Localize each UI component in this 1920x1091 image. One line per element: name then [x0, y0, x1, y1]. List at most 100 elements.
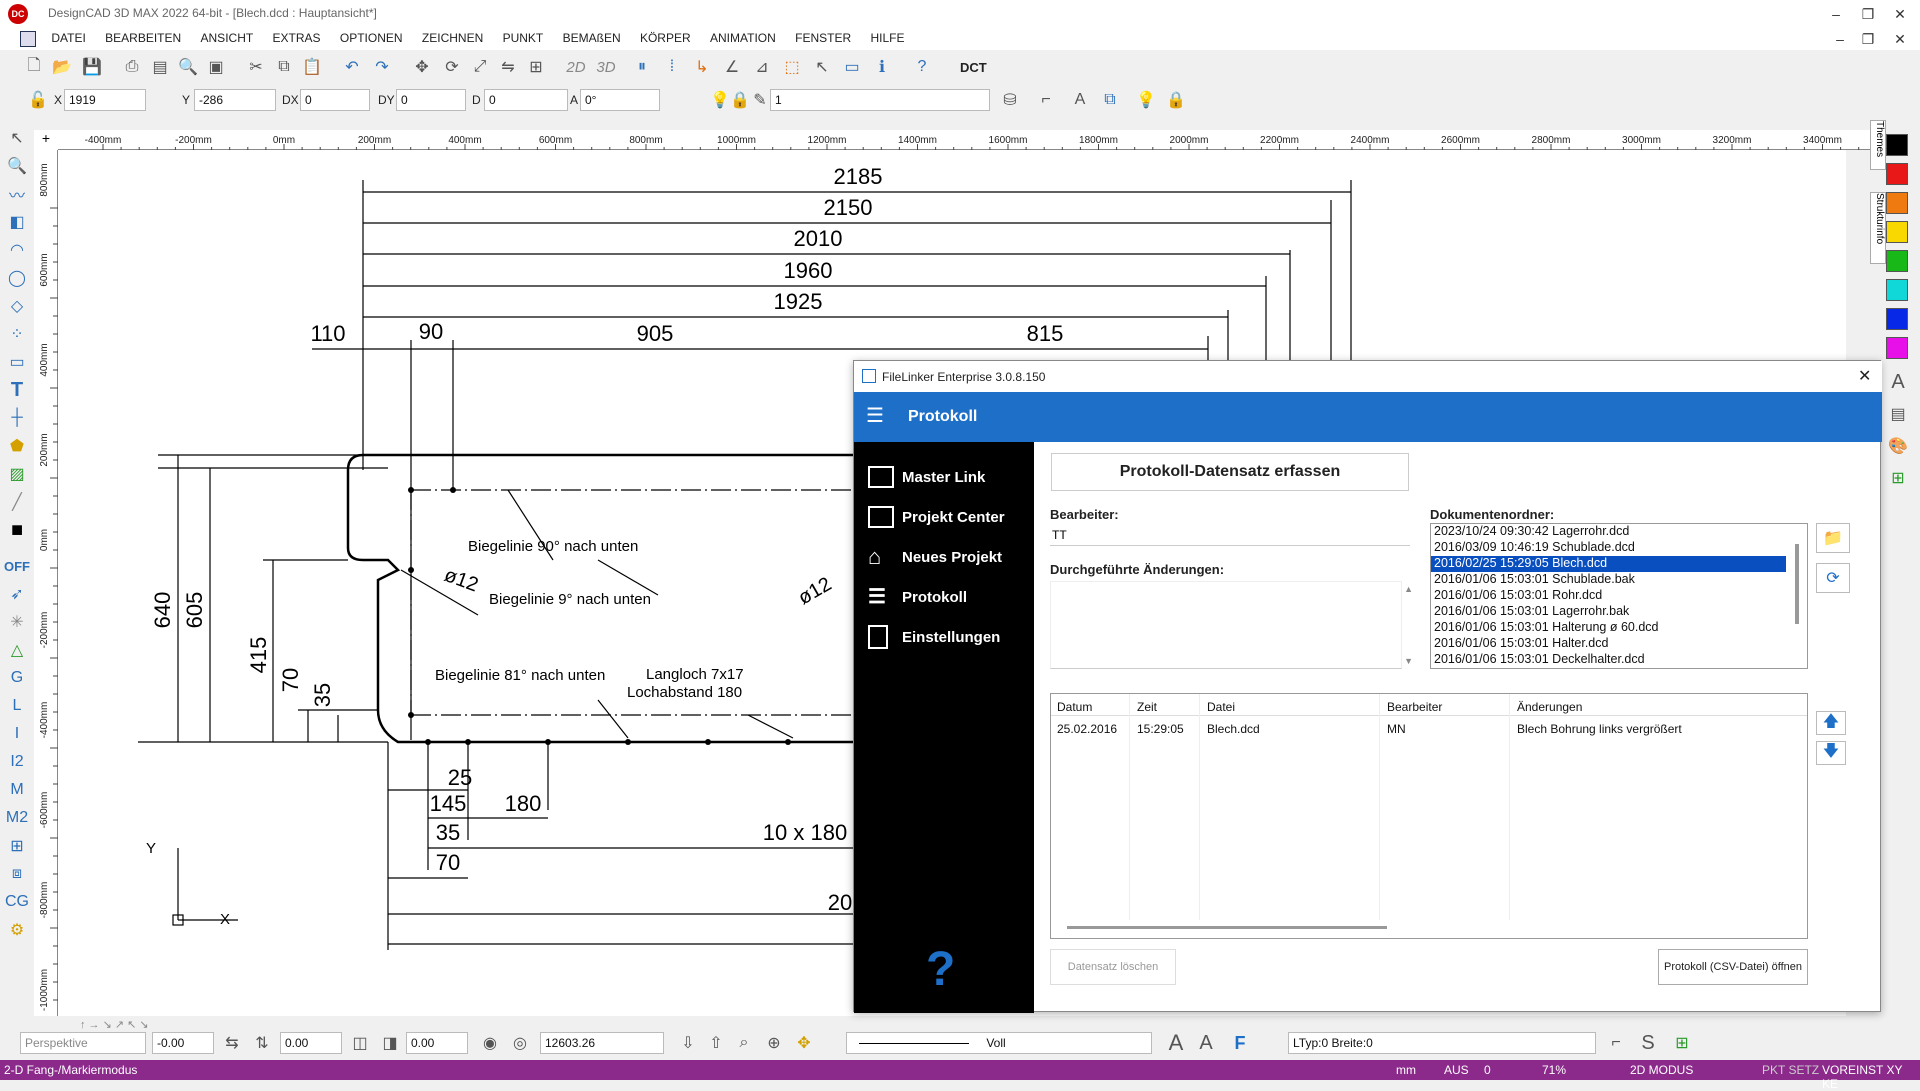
up-arrow-icon[interactable]: ⇧	[704, 1031, 728, 1055]
color-fill-icon[interactable]: ■	[5, 518, 29, 542]
move-down-button[interactable]: 🡇	[1816, 741, 1846, 765]
g-snap-icon[interactable]: G	[5, 666, 29, 690]
file-row[interactable]: 2016/01/06 15:03:01 Halter.dcd	[1431, 636, 1807, 652]
lock-icon[interactable]: 🔓	[26, 88, 50, 112]
table-h-scrollbar[interactable]	[1067, 926, 1387, 929]
layer-manager-icon[interactable]: ⛁	[998, 88, 1022, 112]
snap-icon[interactable]: ⊿	[750, 55, 774, 79]
circle-icon[interactable]: ◯	[5, 266, 29, 290]
arc-icon[interactable]: ◠	[5, 238, 29, 262]
list-scrollbar[interactable]	[1795, 544, 1799, 624]
preview-icon[interactable]: 🔍	[176, 55, 200, 79]
menu-punkt[interactable]: PUNKT	[495, 28, 552, 48]
nav-einstellungen[interactable]: Einstellungen	[868, 624, 1000, 650]
nav-projekt-center[interactable]: Projekt Center	[868, 504, 1005, 530]
col-aenderungen[interactable]: Änderungen	[1517, 700, 1582, 714]
open-file-icon[interactable]: 📂	[50, 55, 74, 79]
color-swatch-blue[interactable]	[1886, 308, 1908, 330]
zoom-view-icon[interactable]: ⌕	[732, 1031, 756, 1055]
linetype-select[interactable]: LTyp:0 Breite:0	[1288, 1032, 1596, 1054]
line-style-icon[interactable]: ╱	[5, 490, 29, 514]
delete-record-button[interactable]: Datensatz löschen	[1050, 949, 1176, 985]
ruler-corner[interactable]: +	[34, 130, 58, 150]
file-row[interactable]: 2023/10/24 09:30:42 Lagerrohr.dcd	[1431, 524, 1807, 540]
s-icon[interactable]: S	[1636, 1031, 1660, 1055]
cursor-snap-icon[interactable]: ➶	[5, 582, 29, 606]
scale-icon[interactable]: ⤢	[468, 55, 492, 79]
y-field[interactable]: -286	[194, 89, 276, 111]
cell-bearbeiter[interactable]: MN	[1387, 722, 1406, 736]
menu-zeichnen[interactable]: ZEICHNEN	[414, 28, 491, 48]
grid-icon[interactable]: ⁞	[660, 55, 684, 79]
open-csv-button[interactable]: Protokoll (CSV-Datei) öffnen	[1658, 949, 1808, 985]
camera-icon[interactable]: ◫	[348, 1031, 372, 1055]
document-icon[interactable]	[20, 31, 36, 47]
bearbeiter-input[interactable]: TT	[1050, 524, 1410, 546]
hatch-icon[interactable]: ▨	[5, 462, 29, 486]
copy-style-icon[interactable]: ⧉	[1098, 88, 1122, 112]
move-up-button[interactable]: 🡅	[1816, 711, 1846, 735]
layer-panel-icon[interactable]: ▤	[1886, 402, 1910, 426]
col-zeit[interactable]: Zeit	[1137, 700, 1157, 714]
doc-minimize-button[interactable]: –	[1830, 29, 1850, 49]
file-row[interactable]: 2016/01/06 15:03:01 Halterung ø 60.dcd	[1431, 620, 1807, 636]
menu-animation[interactable]: ANIMATION	[702, 28, 784, 48]
text-large-icon[interactable]: A	[1164, 1030, 1188, 1055]
col-datei[interactable]: Datei	[1207, 700, 1235, 714]
triangle-snap-icon[interactable]: △	[5, 638, 29, 662]
menu-ansicht[interactable]: ANSICHT	[193, 28, 262, 48]
pan-icon[interactable]: ✥	[792, 1031, 816, 1055]
font-icon[interactable]: A	[1886, 370, 1910, 394]
window-icon[interactable]: ▭	[840, 55, 864, 79]
text-outline-icon[interactable]: A	[1194, 1031, 1218, 1055]
scroll-down-icon[interactable]: ▼	[1404, 656, 1413, 666]
rotate-icon[interactable]: ⟳	[440, 55, 464, 79]
col-datum[interactable]: Datum	[1057, 700, 1092, 714]
folder-open-button[interactable]: 📁	[1816, 523, 1850, 553]
hierarchy-icon[interactable]: ⊞	[1886, 466, 1910, 490]
cut-icon[interactable]: ✂	[244, 55, 268, 79]
cg-snap-icon[interactable]: CG	[5, 890, 29, 914]
print-preview-icon[interactable]: ▤	[148, 55, 172, 79]
mode-3d-button[interactable]: 3D	[594, 55, 618, 79]
cell-aenderungen[interactable]: Blech Bohrung links vergrößert	[1517, 722, 1682, 736]
nav-protokoll[interactable]: ☰ Protokoll	[868, 584, 967, 610]
box-snap-icon[interactable]: ⧈	[5, 862, 29, 886]
text-tool-icon[interactable]: T	[5, 378, 29, 402]
print-icon[interactable]: ⎙	[120, 55, 144, 79]
gun-icon[interactable]: ⌐	[1034, 88, 1058, 112]
view-select[interactable]: Perspektive	[20, 1032, 146, 1054]
snap-off-icon[interactable]: OFF	[4, 554, 30, 578]
polyline-icon[interactable]: 〰	[5, 182, 29, 206]
strukturinfo-tab[interactable]: Strukturinfo	[1870, 192, 1886, 264]
pause-icon[interactable]: ⏸	[630, 55, 654, 79]
cell-datei[interactable]: Blech.dcd	[1207, 722, 1260, 736]
menu-optionen[interactable]: OPTIONEN	[332, 28, 411, 48]
file-row[interactable]: 2016/01/06 15:03:01 Rohr.dcd	[1431, 588, 1807, 604]
rotate-x-field[interactable]: -0.00	[152, 1032, 214, 1054]
color-swatch-red[interactable]	[1886, 163, 1908, 185]
gear-snap-icon[interactable]: ⚙	[5, 918, 29, 942]
doc-restore-button[interactable]: ❐	[1858, 29, 1878, 49]
nav-neues-projekt[interactable]: ⌂ Neues Projekt	[868, 544, 1002, 570]
nav-arrows[interactable]: ↑ → ↘ ↗ ↖ ↘	[80, 1018, 240, 1032]
diamond-icon[interactable]: ◇	[5, 294, 29, 318]
color-swatch-yellow[interactable]	[1886, 221, 1908, 243]
angle-icon[interactable]: ∠	[720, 55, 744, 79]
shapes-icon[interactable]: ⬟	[5, 434, 29, 458]
doc-close-button[interactable]: ✕	[1890, 29, 1910, 49]
bulb-icon[interactable]: 💡	[1134, 88, 1158, 112]
color-swatch-magenta[interactable]	[1886, 337, 1908, 359]
new-file-icon[interactable]: 🗋	[22, 55, 46, 79]
rotate-y-field[interactable]: 0.00	[280, 1032, 342, 1054]
col-bearbeiter[interactable]: Bearbeiter	[1387, 700, 1442, 714]
scroll-up-icon[interactable]: ▲	[1404, 584, 1413, 594]
layer-pen-icon[interactable]: ✎	[748, 88, 772, 112]
pointer-icon[interactable]: ↖	[810, 55, 834, 79]
color-swatch-orange[interactable]	[1886, 192, 1908, 214]
l-snap-icon[interactable]: L	[5, 694, 29, 718]
dy-field[interactable]: 0	[396, 89, 466, 111]
save-icon[interactable]: 💾	[80, 55, 104, 79]
cell-zeit[interactable]: 15:29:05	[1137, 722, 1184, 736]
color-swatch-cyan[interactable]	[1886, 279, 1908, 301]
